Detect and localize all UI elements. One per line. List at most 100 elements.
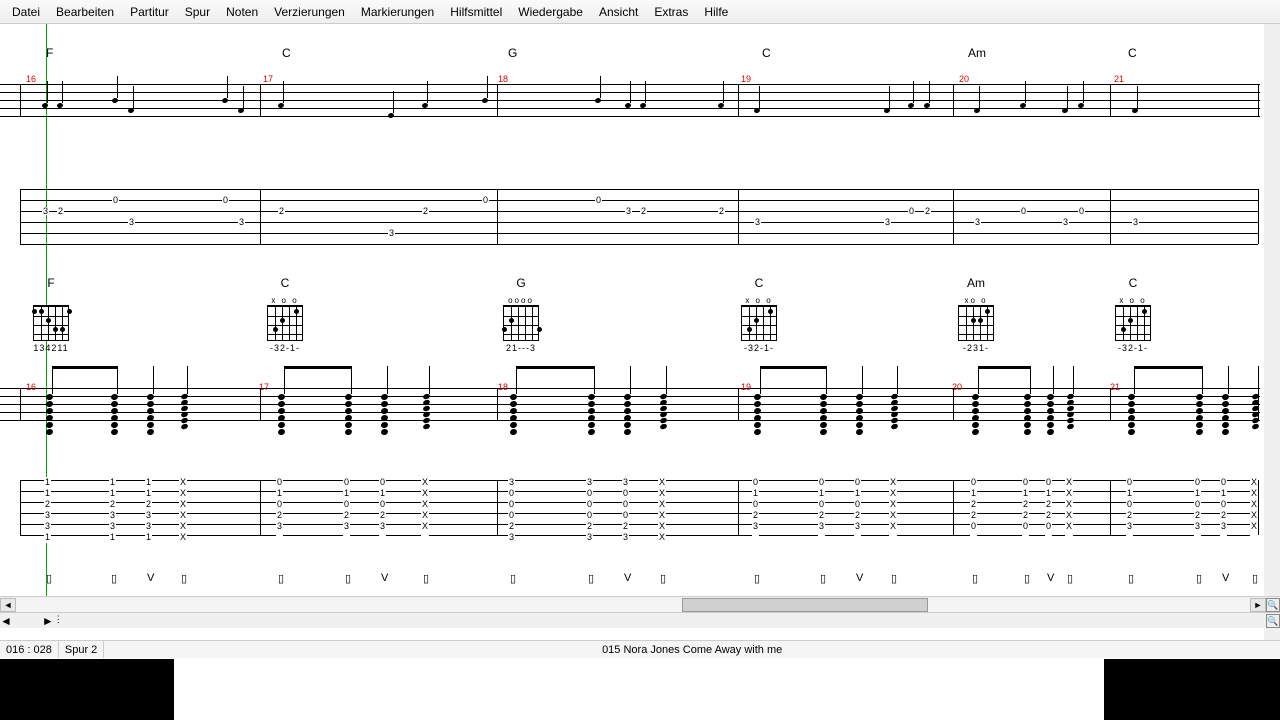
barline (738, 480, 739, 535)
tab-fret[interactable]: 2 (57, 207, 64, 215)
scroll-thumb[interactable] (682, 598, 928, 612)
scroll-track[interactable] (16, 598, 1250, 612)
tab-fret[interactable]: 0 (112, 196, 119, 204)
chord-strum[interactable] (1222, 394, 1229, 436)
scroll-right-icon[interactable]: ► (1250, 598, 1266, 612)
tab-fret[interactable]: 2 (640, 207, 647, 215)
tab-column[interactable]: 01220 (970, 477, 977, 543)
tab-fret[interactable]: 0 (1078, 207, 1085, 215)
chord-strum[interactable] (278, 394, 285, 436)
muted-strum[interactable]: xxxxxx (660, 394, 667, 430)
track-right-icon[interactable]: ► (42, 614, 54, 628)
tab-fret[interactable]: 3 (754, 218, 761, 226)
tab-column[interactable]: XXXXXX (658, 477, 666, 543)
tab-column[interactable]: XXXXXX (179, 477, 187, 543)
tab-column[interactable]: 112331 (44, 477, 51, 543)
tab-fret[interactable]: 0 (595, 196, 602, 204)
chord-strum[interactable] (381, 394, 388, 436)
score-hscroll[interactable]: ◄ ► 🔍 (0, 596, 1280, 612)
zoom-icon[interactable]: 🔍 (1266, 598, 1280, 612)
chord-strum[interactable] (856, 394, 863, 436)
score-canvas[interactable]: FCGCAmC161718192021320303232003223302303… (0, 24, 1280, 640)
tab-fret[interactable]: 3 (42, 207, 49, 215)
tab-fret[interactable]: 3 (238, 218, 245, 226)
menu-wiedergabe[interactable]: Wiedergabe (510, 3, 591, 21)
chord-strum[interactable] (972, 394, 979, 436)
chord-strum[interactable] (1196, 394, 1203, 436)
tab-fret[interactable]: 2 (924, 207, 931, 215)
tab-fret[interactable]: 2 (718, 207, 725, 215)
chord-strum[interactable] (111, 394, 118, 436)
tab-column[interactable]: 01023 (1126, 477, 1133, 543)
track-selector[interactable]: ◄ ► ⋮ 🔍 (0, 612, 1280, 628)
menu-markierungen[interactable]: Markierungen (353, 3, 442, 21)
tab-column[interactable]: 01023 (1194, 477, 1201, 543)
menu-verzierungen[interactable]: Verzierungen (266, 3, 353, 21)
vertical-scrollbar[interactable] (1264, 24, 1280, 640)
status-track[interactable]: Spur 2 (59, 641, 104, 658)
tab-fret[interactable]: 3 (884, 218, 891, 226)
tab-column[interactable]: 01023 (1220, 477, 1227, 543)
tab-fret[interactable]: 0 (908, 207, 915, 215)
muted-strum[interactable]: xxxxxx (891, 394, 898, 430)
tab-column[interactable]: 300023 (586, 477, 593, 543)
chord-strum[interactable] (588, 394, 595, 436)
stroke-indicator: ▯ (754, 572, 760, 585)
chord-strum[interactable] (820, 394, 827, 436)
menu-ansicht[interactable]: Ansicht (591, 3, 646, 21)
chord-strum[interactable] (147, 394, 154, 436)
menu-hilfsmittel[interactable]: Hilfsmittel (442, 3, 510, 21)
tab-fret[interactable]: 0 (222, 196, 229, 204)
tab-column[interactable]: 112331 (145, 477, 152, 543)
tab-column[interactable]: 01023 (854, 477, 861, 543)
tab-column[interactable]: 112331 (109, 477, 116, 543)
tab-column[interactable]: 300023 (622, 477, 629, 543)
chord-strum[interactable] (1024, 394, 1031, 436)
chord-strum[interactable] (1128, 394, 1135, 436)
barline (20, 84, 21, 116)
scroll-left-icon[interactable]: ◄ (0, 598, 16, 612)
tab-column[interactable]: 01023 (276, 477, 283, 543)
tab-fret[interactable]: 0 (482, 196, 489, 204)
menu-bearbeiten[interactable]: Bearbeiten (48, 3, 122, 21)
tab-fret[interactable]: 2 (278, 207, 285, 215)
menu-spur[interactable]: Spur (177, 3, 218, 21)
chord-strum[interactable] (1047, 394, 1054, 436)
menu-hilfe[interactable]: Hilfe (696, 3, 736, 21)
tab-fret[interactable]: 3 (388, 229, 395, 237)
chord-strum[interactable] (510, 394, 517, 436)
tab-fret[interactable]: 3 (974, 218, 981, 226)
chord-strum[interactable] (754, 394, 761, 436)
chord-strum[interactable] (345, 394, 352, 436)
tab-column[interactable]: 300023 (508, 477, 515, 543)
tab-column[interactable]: 01023 (752, 477, 759, 543)
muted-strum[interactable]: xxxxxx (1067, 394, 1074, 430)
tab-column[interactable]: XXXXX (1250, 477, 1258, 543)
tab-fret[interactable]: 3 (1132, 218, 1139, 226)
tab-column[interactable]: XXXXX (1065, 477, 1073, 543)
muted-strum[interactable]: xxxxxx (423, 394, 430, 430)
split-handle-icon[interactable]: ⋮ (54, 614, 62, 628)
chord-strum[interactable] (624, 394, 631, 436)
menu-datei[interactable]: Datei (4, 3, 48, 21)
tab-column[interactable]: 01220 (1022, 477, 1029, 543)
tab-column[interactable]: 01023 (343, 477, 350, 543)
tab-column[interactable]: XXXXX (889, 477, 897, 543)
tab-column[interactable]: 01220 (1045, 477, 1052, 543)
tab-column[interactable]: XXXXX (421, 477, 429, 543)
menu-partitur[interactable]: Partitur (122, 3, 177, 21)
tab-fret[interactable]: 0 (1020, 207, 1027, 215)
zoom-icon[interactable]: 🔍 (1266, 614, 1280, 628)
tab-fret[interactable]: 3 (1062, 218, 1069, 226)
tab-fret[interactable]: 2 (422, 207, 429, 215)
menu-noten[interactable]: Noten (218, 3, 266, 21)
muted-strum[interactable]: xxxxxx (181, 394, 188, 430)
menu-extras[interactable]: Extras (646, 3, 696, 21)
tab-fret[interactable]: 3 (625, 207, 632, 215)
tab-column[interactable]: 01023 (379, 477, 386, 543)
tab-column[interactable]: 01023 (818, 477, 825, 543)
chord-strum[interactable] (46, 394, 53, 436)
media-progress[interactable] (174, 659, 1104, 720)
track-left-icon[interactable]: ◄ (0, 614, 12, 628)
tab-fret[interactable]: 3 (128, 218, 135, 226)
